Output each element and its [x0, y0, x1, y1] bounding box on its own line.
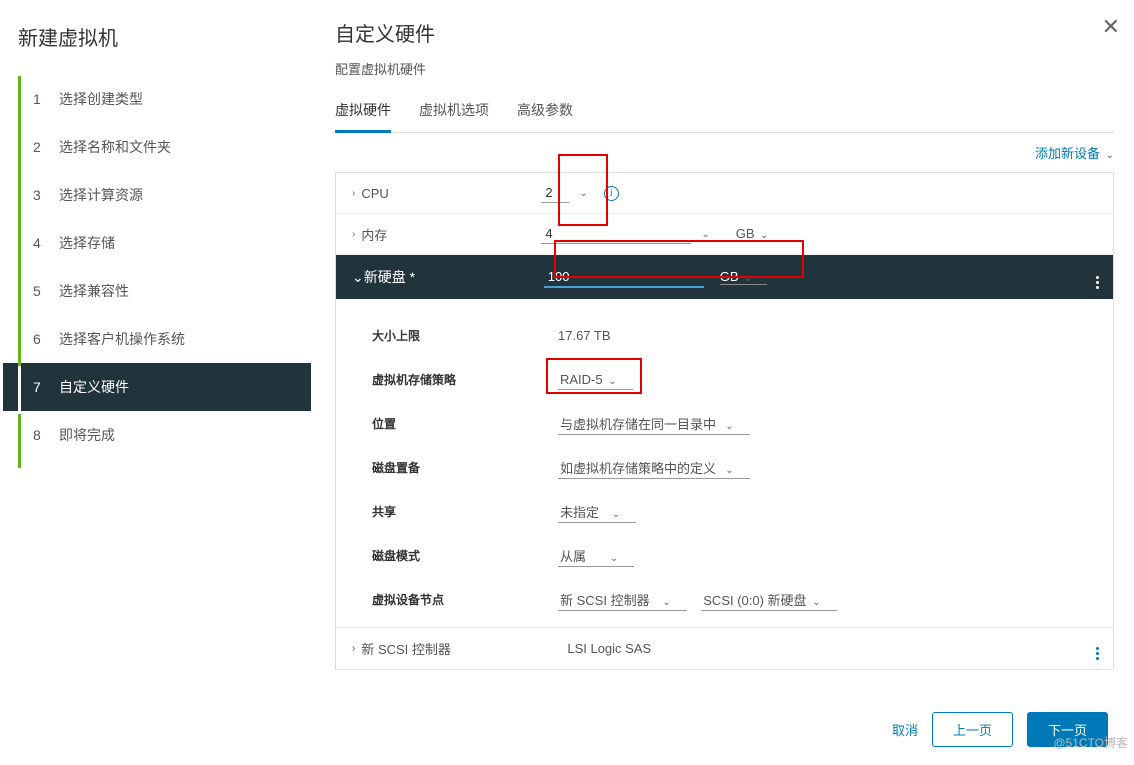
cancel-button[interactable]: 取消 [892, 720, 918, 739]
disk-location-select[interactable]: 与虚拟机存储在同一目录中 ⌄ [558, 415, 750, 435]
disk-share-row: 共享 未指定 ⌄ [372, 489, 1113, 533]
scsi-value: LSI Logic SAS [567, 641, 651, 656]
scsi-controller-row[interactable]: › 新 SCSI 控制器 LSI Logic SAS [336, 627, 1113, 669]
step-8: 8即将完成 [3, 411, 311, 459]
disk-share-select[interactable]: 未指定 ⌄ [558, 503, 636, 523]
page-title: 自定义硬件 [335, 18, 1114, 47]
scsi-more-icon[interactable] [1096, 638, 1099, 660]
step-1[interactable]: 1选择创建类型 [3, 75, 311, 123]
step-6[interactable]: 6选择客户机操作系统 [3, 315, 311, 363]
disk-node-controller-select[interactable]: 新 SCSI 控制器 ⌄ [558, 591, 687, 611]
disk-provision-select[interactable]: 如虚拟机存储策略中的定义 ⌄ [558, 459, 750, 479]
tab-advanced[interactable]: 高级参数 [517, 94, 573, 132]
disk-max-row: 大小上限 17.67 TB [372, 313, 1113, 357]
memory-input[interactable] [541, 224, 691, 244]
disk-node-address-select[interactable]: SCSI (0:0) 新硬盘 ⌄ [701, 591, 836, 611]
disk-unit-select[interactable]: GB ⌄ [720, 269, 767, 285]
disk-mode-row: 磁盘模式 从属 ⌄ [372, 533, 1113, 577]
chevron-right-icon: › [352, 229, 355, 240]
disk-location-row: 位置 与虚拟机存储在同一目录中 ⌄ [372, 401, 1113, 445]
memory-row[interactable]: › 内存 ⌄ GB ⌄ [336, 214, 1113, 254]
page-subtitle: 配置虚拟机硬件 [335, 59, 1114, 78]
cpu-input[interactable] [541, 183, 569, 203]
step-4[interactable]: 4选择存储 [3, 219, 311, 267]
memory-label: 内存 [361, 225, 541, 244]
cpu-row[interactable]: › CPU ⌄ i [336, 173, 1113, 213]
hardware-panel: › CPU ⌄ i › 内存 ⌄ G [335, 172, 1114, 670]
add-device-button[interactable]: 添加新设备 ⌄ [1035, 146, 1114, 161]
progress-bar [18, 76, 21, 468]
disk-policy-select[interactable]: RAID-5 ⌄ [558, 370, 633, 390]
new-disk-label: 新硬盘 * [364, 267, 544, 287]
info-icon[interactable]: i [604, 186, 619, 201]
cpu-label: CPU [361, 186, 541, 201]
scsi-label: 新 SCSI 控制器 [361, 639, 567, 658]
tab-vm-options[interactable]: 虚拟机选项 [419, 94, 489, 132]
step-2[interactable]: 2选择名称和文件夹 [3, 123, 311, 171]
chevron-right-icon: › [352, 188, 355, 199]
disk-more-icon[interactable] [1096, 266, 1099, 289]
step-5[interactable]: 5选择兼容性 [3, 267, 311, 315]
disk-policy-row: 虚拟机存储策略 RAID-5 ⌄ [372, 357, 1113, 401]
chevron-down-icon: ⌄ [352, 269, 364, 286]
step-3[interactable]: 3选择计算资源 [3, 171, 311, 219]
new-disk-header[interactable]: ⌄ 新硬盘 * GB ⌄ [336, 255, 1113, 299]
chevron-right-icon: › [352, 643, 355, 654]
prev-button[interactable]: 上一页 [932, 712, 1013, 747]
disk-max-value: 17.67 TB [558, 328, 611, 343]
step-7[interactable]: 7自定义硬件 [3, 363, 311, 411]
chevron-down-icon[interactable]: ⌄ [579, 188, 587, 199]
tab-virtual-hardware[interactable]: 虚拟硬件 [335, 94, 391, 133]
disk-node-row: 虚拟设备节点 新 SCSI 控制器 ⌄ SCSI (0:0) 新硬盘 ⌄ [372, 577, 1113, 621]
disk-mode-select[interactable]: 从属 ⌄ [558, 547, 634, 567]
close-icon[interactable]: ✕ [1102, 14, 1120, 40]
memory-unit-select[interactable]: GB ⌄ [736, 226, 783, 242]
chevron-down-icon[interactable]: ⌄ [701, 229, 709, 240]
disk-provision-row: 磁盘置备 如虚拟机存储策略中的定义 ⌄ [372, 445, 1113, 489]
chevron-down-icon: ⌄ [1106, 150, 1114, 161]
disk-size-input[interactable] [544, 267, 704, 288]
wizard-title: 新建虚拟机 [0, 18, 311, 75]
watermark: @51CTO博客 [1053, 734, 1128, 751]
